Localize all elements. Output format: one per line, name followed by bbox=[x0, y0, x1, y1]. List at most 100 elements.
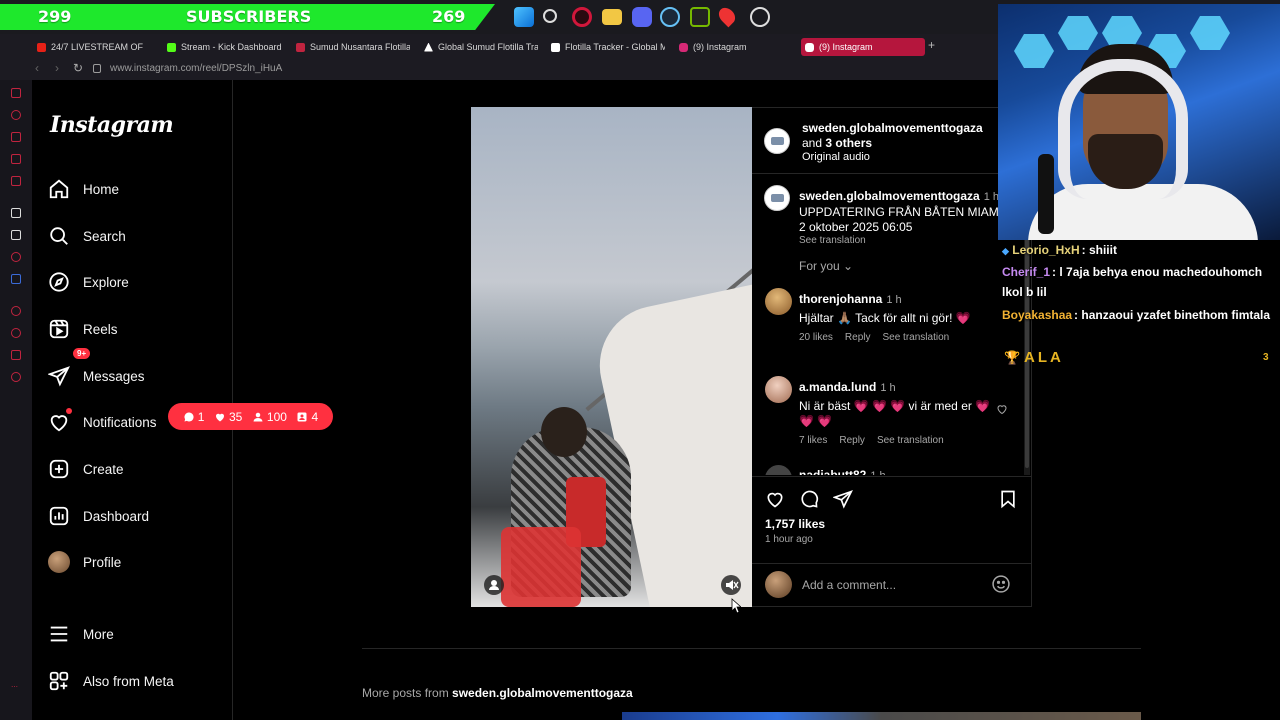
maps-icon[interactable] bbox=[715, 4, 739, 28]
collaborators-line[interactable]: and 3 others bbox=[802, 136, 872, 150]
steam-icon[interactable] bbox=[660, 7, 680, 27]
pill-follows-count: 100 bbox=[266, 409, 287, 424]
folder-icon[interactable] bbox=[602, 9, 622, 25]
pill-comments-count: 1 bbox=[197, 409, 205, 424]
opera-icon[interactable] bbox=[572, 7, 592, 27]
chart-icon bbox=[49, 506, 69, 526]
nav-create[interactable]: Create bbox=[48, 449, 228, 489]
tagged-users-icon[interactable] bbox=[484, 575, 504, 595]
nav-more[interactable]: More bbox=[48, 614, 228, 654]
activity-pill[interactable]: 1 35 100 4 bbox=[168, 403, 333, 430]
comment-author[interactable]: nadiabutt82 bbox=[799, 468, 866, 475]
tab-kick-dashboard[interactable]: Stream - Kick Dashboard bbox=[163, 38, 285, 56]
nav-reels[interactable]: Reels bbox=[48, 309, 228, 349]
pill-likes-count: 35 bbox=[229, 409, 243, 424]
forward-icon[interactable]: › bbox=[55, 61, 59, 75]
caption-author[interactable]: sweden.globalmovementtogaza bbox=[799, 189, 980, 203]
for-you-filter[interactable]: For you ⌄ bbox=[799, 259, 853, 273]
reddit-icon[interactable] bbox=[11, 252, 21, 262]
history-icon[interactable] bbox=[11, 110, 21, 120]
tab-flotilla-tracker[interactable]: Flotilla Tracker - Global M bbox=[547, 38, 665, 56]
emoji-icon[interactable] bbox=[991, 574, 1011, 594]
cube-icon[interactable] bbox=[11, 350, 21, 360]
shield-icon[interactable] bbox=[11, 274, 21, 284]
bag-icon[interactable] bbox=[11, 132, 21, 142]
hex-light bbox=[1014, 34, 1054, 68]
tab-sumud-nusantara[interactable]: Sumud Nusantara Flotilla bbox=[292, 38, 410, 56]
heart-icon[interactable] bbox=[996, 403, 1008, 415]
mail-icon[interactable] bbox=[11, 176, 21, 186]
messenger-icon[interactable] bbox=[11, 88, 21, 98]
search-icon[interactable] bbox=[543, 9, 557, 23]
comment-see-translation[interactable]: See translation bbox=[877, 435, 944, 446]
tab-label: 24/7 LIVESTREAM OF bbox=[51, 42, 144, 52]
instagram-sidebar: Instagram Home Search Explore Reels 9+ M… bbox=[32, 80, 233, 720]
new-tab-button[interactable]: + bbox=[928, 38, 940, 52]
chat-username: Cherif_1 bbox=[1002, 265, 1051, 279]
bookmark-icon[interactable] bbox=[998, 489, 1018, 509]
nav-explore[interactable]: Explore bbox=[48, 262, 228, 302]
instagram-logo[interactable]: Instagram bbox=[50, 112, 174, 138]
comment-author[interactable]: a.manda.lund bbox=[799, 380, 876, 394]
post-panel: sweden.globalmovementtogaza and 3 others… bbox=[752, 107, 1032, 607]
twitch-icon[interactable] bbox=[11, 154, 21, 164]
url-field[interactable]: www.instagram.com/reel/DPSzln_iHuA bbox=[110, 63, 282, 74]
windows-icon[interactable] bbox=[514, 7, 534, 27]
tab-livestream[interactable]: 24/7 LIVESTREAM OF bbox=[33, 38, 151, 56]
reel-video[interactable] bbox=[471, 107, 752, 607]
like-heart-icon[interactable] bbox=[765, 489, 785, 509]
x-icon[interactable] bbox=[11, 230, 21, 240]
comment-see-translation[interactable]: See translation bbox=[882, 332, 949, 343]
author-avatar[interactable] bbox=[764, 128, 790, 154]
browser-tab-strip: 24/7 LIVESTREAM OF Stream - Kick Dashboa… bbox=[0, 34, 1000, 58]
more-posts-user[interactable]: sweden.globalmovementtogaza bbox=[452, 686, 633, 700]
comment-reply[interactable]: Reply bbox=[845, 332, 871, 343]
post-author-name[interactable]: sweden.globalmovementtogaza bbox=[802, 121, 983, 135]
clock-icon[interactable] bbox=[11, 328, 21, 338]
nav-messages[interactable]: 9+ Messages bbox=[48, 348, 228, 396]
comment-input[interactable]: Add a comment... bbox=[802, 578, 896, 592]
reload-icon[interactable]: ↻ bbox=[73, 61, 83, 75]
nav-dashboard[interactable]: Dashboard bbox=[48, 496, 228, 536]
tab-instagram-active[interactable]: (9) Instagram bbox=[801, 38, 925, 56]
mute-icon[interactable] bbox=[721, 575, 741, 595]
nav-label: Dashboard bbox=[83, 508, 150, 524]
share-icon[interactable] bbox=[833, 489, 853, 509]
kick-icon[interactable] bbox=[11, 208, 21, 218]
more-posts-thumbnails[interactable] bbox=[622, 712, 1141, 720]
menu-icon bbox=[50, 626, 68, 642]
tab-label: Global Sumud Flotilla Tra bbox=[438, 42, 538, 52]
tab-instagram[interactable]: (9) Instagram bbox=[675, 38, 793, 56]
comment-avatar[interactable] bbox=[765, 376, 792, 403]
nvidia-icon[interactable] bbox=[690, 7, 710, 27]
chat-username: Boyakashaa bbox=[1002, 308, 1073, 322]
caption: sweden.globalmovementtogaza 1 h UPPDATERI… bbox=[799, 187, 1024, 246]
audio-label[interactable]: Original audio bbox=[802, 151, 870, 163]
comment-likes[interactable]: 20 likes bbox=[799, 332, 833, 343]
discord-icon[interactable] bbox=[632, 7, 652, 27]
comment-likes[interactable]: 7 likes bbox=[799, 435, 827, 446]
likes-count[interactable]: 1,757 likes bbox=[765, 517, 825, 531]
and-label: and bbox=[802, 136, 826, 150]
comment-icon[interactable] bbox=[799, 489, 819, 509]
more-dots-icon[interactable]: ⋯ bbox=[11, 683, 21, 693]
comment-reply[interactable]: Reply bbox=[839, 435, 865, 446]
back-icon[interactable]: ‹ bbox=[35, 61, 39, 75]
clock-icon[interactable] bbox=[750, 7, 770, 27]
comment-avatar[interactable] bbox=[765, 465, 792, 475]
comment-author[interactable]: thorenjohanna bbox=[799, 292, 882, 306]
nav-search[interactable]: Search bbox=[48, 216, 228, 256]
nav-home[interactable]: Home bbox=[48, 169, 228, 209]
caption-see-translation[interactable]: See translation bbox=[799, 235, 1024, 246]
messages-badge: 9+ bbox=[73, 348, 91, 359]
nav-profile[interactable]: Profile bbox=[48, 542, 228, 582]
tab-label: (9) Instagram bbox=[693, 42, 747, 52]
comment-avatar[interactable] bbox=[765, 288, 792, 315]
caption-author-avatar[interactable] bbox=[764, 185, 790, 211]
play-icon[interactable] bbox=[11, 306, 21, 316]
nav-also-from-meta[interactable]: Also from Meta bbox=[48, 661, 228, 701]
comment-time: 1 h bbox=[870, 470, 885, 475]
comment-time: 1 h bbox=[880, 382, 896, 394]
tab-global-sumud[interactable]: Global Sumud Flotilla Tra bbox=[420, 38, 538, 56]
settings-icon[interactable] bbox=[11, 372, 21, 382]
